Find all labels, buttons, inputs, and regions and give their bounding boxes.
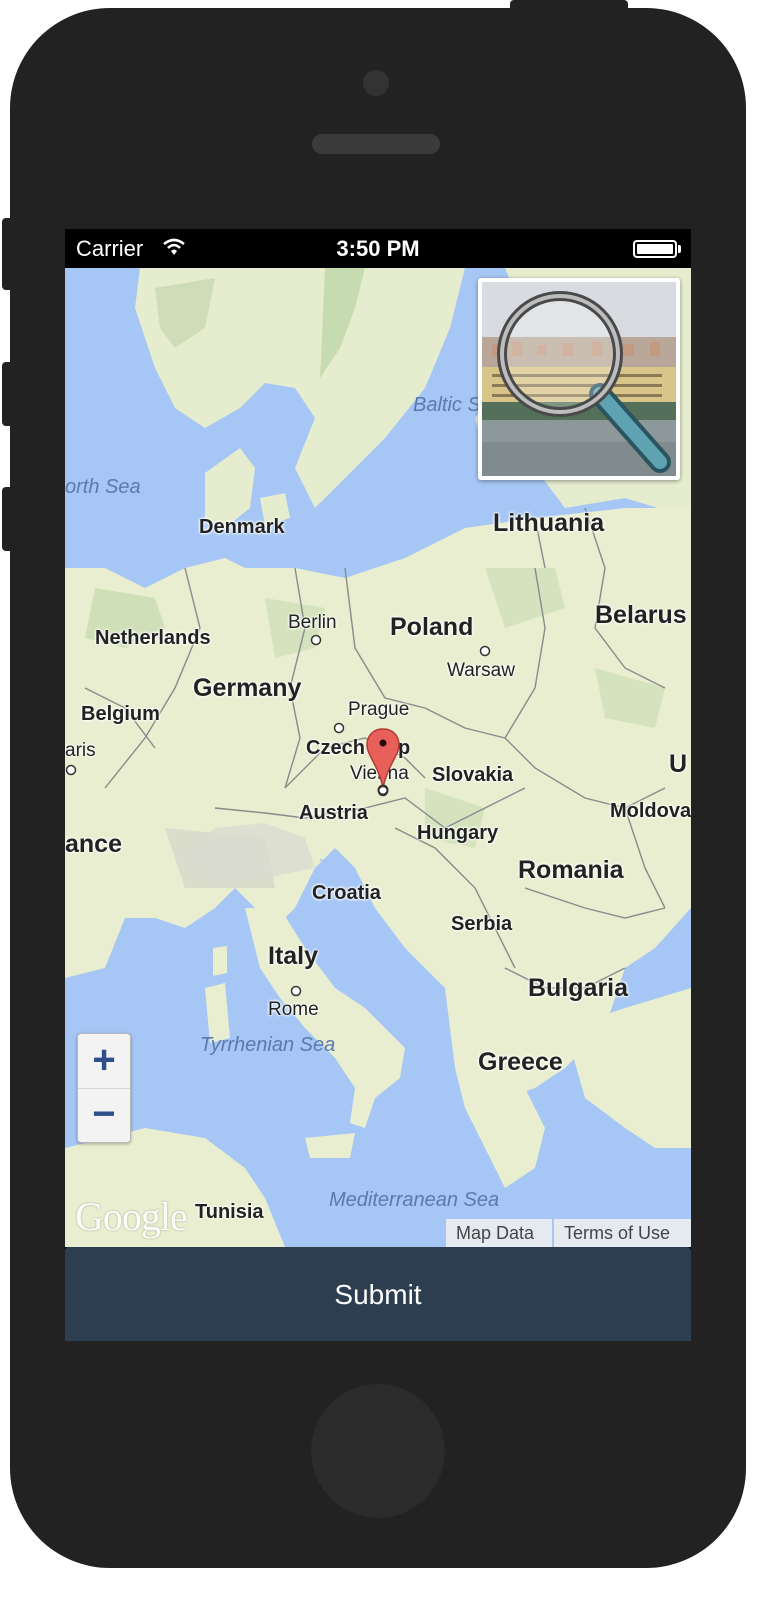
map-data-link[interactable]: Map Data <box>446 1219 552 1247</box>
google-logo: Google <box>75 1194 188 1239</box>
label-bulgaria: Bulgaria <box>528 974 629 1002</box>
magnifier-icon <box>497 291 671 473</box>
battery-nub <box>678 245 681 253</box>
label-netherlands: Netherlands <box>95 627 211 649</box>
zoom-in-button[interactable]: + <box>78 1034 130 1089</box>
earpiece-speaker <box>312 134 440 154</box>
status-time: 3:50 PM <box>336 236 420 261</box>
label-croatia: Croatia <box>312 882 381 904</box>
label-paris: aris <box>65 740 96 761</box>
zoom-control: + − <box>77 1033 131 1143</box>
mute-switch <box>2 218 12 290</box>
label-belarus: Belarus <box>595 601 687 629</box>
label-tyrrhenian-sea: Tyrrhenian Sea <box>200 1034 336 1056</box>
label-moldova: Moldova <box>610 800 691 822</box>
label-lithuania: Lithuania <box>493 509 605 537</box>
screen: Carrier 3:50 PM Baltic Se orth Sea Denma… <box>65 229 691 1341</box>
photo-search-thumbnail[interactable] <box>478 278 680 480</box>
front-camera <box>363 70 389 96</box>
label-north-sea: orth Sea <box>65 476 141 498</box>
status-bar: Carrier 3:50 PM <box>65 229 691 268</box>
label-hungary: Hungary <box>417 822 499 844</box>
power-button <box>510 0 628 10</box>
home-button[interactable] <box>311 1384 445 1518</box>
submit-button[interactable]: Submit <box>65 1247 691 1341</box>
map-view[interactable]: Baltic Se orth Sea Denmark Lithuania Bel… <box>65 268 691 1247</box>
volume-up-button <box>2 362 12 426</box>
volume-down-button <box>2 487 12 551</box>
label-warsaw: Warsaw <box>447 660 515 681</box>
label-serbia: Serbia <box>451 913 513 935</box>
label-rome: Rome <box>268 999 319 1020</box>
marker-pin-icon[interactable] <box>365 727 401 800</box>
label-prague: Prague <box>348 699 410 720</box>
label-ukraine: U <box>669 750 688 778</box>
label-mediterranean-sea: Mediterranean Sea <box>329 1189 500 1211</box>
label-denmark: Denmark <box>199 516 285 538</box>
label-czech: Czech <box>306 737 365 759</box>
label-romania: Romania <box>518 856 624 884</box>
label-berlin: Berlin <box>288 612 337 633</box>
battery-icon <box>633 240 677 258</box>
label-poland: Poland <box>390 613 474 641</box>
label-belgium: Belgium <box>81 703 160 725</box>
label-tunisia: Tunisia <box>195 1201 264 1223</box>
label-slovakia: Slovakia <box>432 764 514 786</box>
label-austria: Austria <box>299 802 368 824</box>
terms-of-use-link[interactable]: Terms of Use <box>554 1219 691 1247</box>
zoom-out-button[interactable]: − <box>78 1088 130 1142</box>
label-greece: Greece <box>478 1048 563 1076</box>
label-italy: Italy <box>268 942 319 970</box>
label-france: ance <box>65 830 122 858</box>
label-germany: Germany <box>193 674 302 702</box>
